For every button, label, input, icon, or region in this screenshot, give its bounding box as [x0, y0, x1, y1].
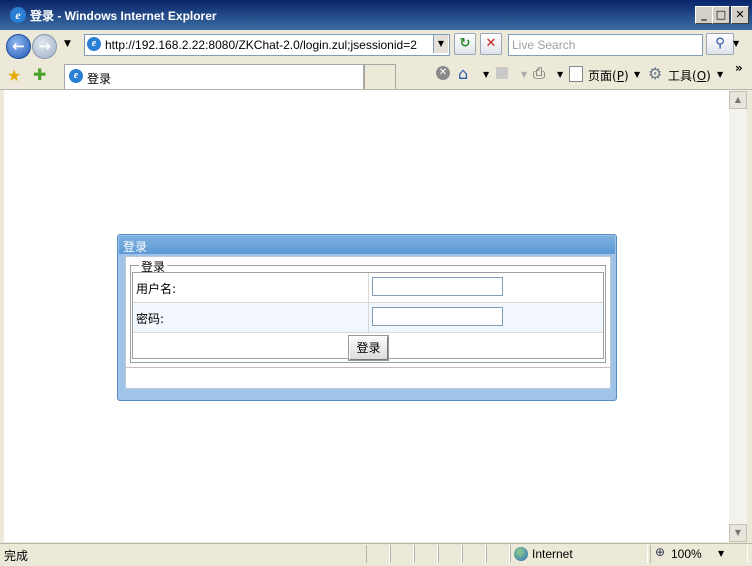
new-tab-button[interactable] [364, 64, 396, 89]
maximize-button[interactable]: □ [712, 6, 730, 24]
favorites-star-icon[interactable]: ★ [7, 66, 21, 85]
title-bar[interactable]: e 登录 - Windows Internet Explorer _ □ ✕ [0, 0, 752, 30]
page-menu-label: 页面 [588, 69, 613, 83]
ie-logo-icon: e [10, 7, 26, 23]
zoom-icon: ⊕ [655, 545, 666, 559]
scroll-up-button[interactable]: ▲ [729, 91, 747, 109]
divider [126, 367, 610, 368]
status-cell [366, 545, 390, 563]
zone-label: Internet [532, 547, 573, 561]
status-cell [414, 545, 438, 563]
feeds-icon[interactable] [496, 67, 508, 79]
page-menu[interactable]: 页面(P) [588, 67, 629, 84]
search-button[interactable]: ⚲ [706, 33, 734, 55]
window-title: 登录 - Windows Internet Explorer [30, 9, 217, 23]
page-icon: e [87, 37, 101, 51]
username-label: 用户名: [136, 282, 177, 296]
login-window: 登录 登录 用户名: 密码: 登录 [117, 234, 617, 401]
zoom-level: 100% [671, 547, 702, 561]
home-icon[interactable]: ⌂ [458, 64, 468, 83]
login-window-body: 登录 用户名: 密码: 登录 [125, 256, 611, 389]
tab-login[interactable]: e 登录 [64, 64, 364, 89]
username-label-cell: 用户名: [133, 273, 369, 303]
login-submit-button[interactable]: 登录 [348, 335, 389, 361]
refresh-button[interactable]: ↻ [454, 33, 476, 55]
recent-pages-dropdown[interactable]: ▼ [64, 39, 71, 49]
zoom-dropdown[interactable]: ▼ [718, 549, 724, 558]
close-window-button[interactable]: ✕ [731, 6, 749, 24]
login-grid: 用户名: 密码: 登录 [132, 272, 604, 361]
minimize-button[interactable]: _ [695, 6, 713, 24]
username-input-cell [369, 273, 603, 303]
search-options-dropdown[interactable]: ▼ [733, 39, 739, 48]
tools-menu-key: O [696, 69, 707, 83]
tools-menu[interactable]: 工具(O) [668, 67, 711, 84]
gear-icon[interactable]: ⚙ [648, 64, 662, 83]
print-dropdown[interactable]: ▼ [557, 70, 563, 79]
status-cell [462, 545, 486, 563]
address-dropdown[interactable]: ▼ [433, 35, 448, 53]
forward-button[interactable]: → [32, 34, 57, 59]
username-input[interactable] [372, 277, 503, 296]
tab-label: 登录 [87, 72, 112, 86]
tab-page-icon: e [69, 69, 83, 83]
login-window-titlebar[interactable]: 登录 [119, 236, 615, 254]
page-menu-key: P [616, 69, 624, 83]
password-input-cell [369, 303, 603, 333]
status-cell [486, 545, 510, 563]
address-url[interactable]: http://192.168.2.22:8080/ZKChat-2.0/logi… [105, 38, 428, 52]
add-favorite-icon[interactable]: ✚ [33, 65, 46, 84]
password-input[interactable] [372, 307, 503, 326]
zoom-cell[interactable]: ⊕ 100% ▼ [650, 545, 748, 563]
status-cell [390, 545, 414, 563]
tools-dropdown[interactable]: ▼ [717, 70, 723, 79]
stop-page-icon[interactable]: ✕ [436, 66, 450, 80]
search-input[interactable]: Live Search [508, 34, 703, 56]
page-icon [569, 66, 583, 82]
print-icon[interactable]: ⎙ [533, 64, 545, 82]
status-cell [438, 545, 462, 563]
scroll-down-button[interactable]: ▼ [729, 524, 747, 542]
status-text: 完成 [4, 549, 29, 563]
home-dropdown[interactable]: ▼ [483, 70, 489, 79]
login-window-title: 登录 [123, 240, 148, 254]
password-label: 密码: [136, 312, 165, 326]
more-chevron-icon[interactable]: » [735, 61, 743, 75]
search-placeholder: Live Search [512, 38, 576, 52]
password-label-cell: 密码: [133, 303, 369, 333]
feeds-dropdown[interactable]: ▼ [521, 70, 527, 79]
tools-menu-label: 工具 [668, 69, 693, 83]
stop-button[interactable]: ✕ [480, 33, 502, 55]
address-bar[interactable]: e http://192.168.2.22:8080/ZKChat-2.0/lo… [84, 34, 450, 56]
page-dropdown[interactable]: ▼ [634, 70, 640, 79]
vertical-scrollbar[interactable]: ▲ ▼ [729, 90, 747, 542]
login-fieldset: 登录 用户名: 密码: 登录 [130, 258, 606, 363]
zone-cell[interactable]: Internet [510, 545, 648, 563]
back-button[interactable]: ← [6, 34, 31, 59]
globe-icon [514, 547, 528, 561]
